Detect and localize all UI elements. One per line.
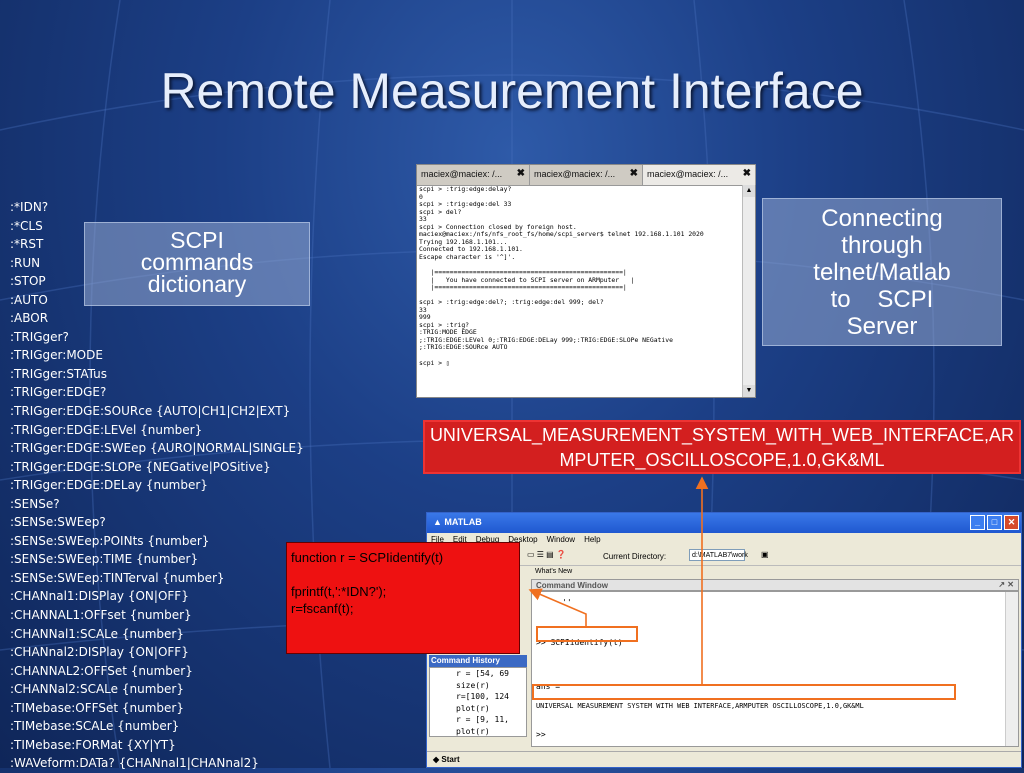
scpi-command-item: :TIMebase:FORMat {XY|YT} [10,737,176,752]
terminal-line: 33 [419,305,427,314]
history-item[interactable]: r=[100, 124 [456,691,526,703]
command-history-list[interactable]: r = [54, 69 size(r) r=[100, 124 plot(r) r = … [429,667,527,737]
function-line: fprintf(t,':*IDN?'); [291,584,387,599]
terminal-line: scpi > del? [419,207,462,216]
close-icon[interactable]: ✖ [517,168,525,179]
scpi-command-item: :TRIGger:EDGE:SLOPe {NEGative|POSitive} [10,459,271,474]
scpi-command-item: :TRIGger? [10,329,69,344]
scroll-down-icon[interactable]: ▼ [743,385,755,397]
function-spacer [291,566,519,583]
terminal-tab-bar: maciex@maciex: /... ✖ maciex@maciex: /..… [417,165,756,186]
call-highlight-box [536,626,638,642]
telnet-terminal-window: maciex@maciex: /... ✖ maciex@maciex: /..… [416,164,756,398]
history-item[interactable]: r = [9, 11, [456,714,526,726]
start-button[interactable]: ◆ Start [433,755,460,764]
terminal-line: Escape character is '^]'. [419,252,516,261]
undock-close-icon[interactable]: ↗ ✕ [998,580,1014,589]
command-window[interactable]: '' >> SCPIidentify(t) ans = UNIVERSAL ME… [531,591,1019,747]
scpi-command-item: :TRIGger:EDGE:SOURce {AUTO|CH1|CH2|EXT} [10,404,291,419]
scpi-command-item: :TRIGger:EDGE:LEVel {number} [10,422,203,437]
matlab-logo-icon: ▲ [433,517,445,527]
scpi-command-item: :TRIGger:STATus [10,366,107,381]
scpi-command-item: :TRIGger:EDGE:SWEep {AURO|NORMAL|SINGLE} [10,441,304,456]
scpi-command-item: :CHANNal2:SCALe {number} [10,682,184,697]
terminal-line: ;:TRIG:EDGE:SOURce AUTO [419,343,508,352]
history-item[interactable]: r = [54, 69 [456,668,526,680]
menu-item-help[interactable]: Help [584,535,600,546]
browse-folder-icon[interactable]: ▣ [761,549,773,561]
terminal-tab-label: maciex@maciex: /... [647,169,729,179]
function-definition-box: function r = SCPIidentify(t) fprintf(t,'… [286,542,520,654]
command-output-line: UNIVERSAL MEASUREMENT SYSTEM WITH WEB IN… [536,702,864,710]
history-item[interactable]: plot(r) [456,703,526,715]
matlab-title: MATLAB [444,517,482,527]
scpi-command-item: :ABOR [10,311,49,326]
result-highlight-box [532,684,956,700]
terminal-tab-2[interactable]: maciex@maciex: /... ✖ [530,165,643,185]
history-item[interactable]: size(r) [456,680,526,692]
history-item[interactable]: plot(r) [456,726,526,737]
scpi-command-item: :*IDN? [10,200,49,214]
maximize-button[interactable]: □ [987,515,1002,530]
connect-label-line: telnet/Matlab [813,259,951,286]
matlab-status-bar: ◆ Start [427,751,1021,767]
close-icon[interactable]: ✖ [743,168,751,179]
terminal-tab-3[interactable]: maciex@maciex: /... ✖ [643,165,756,185]
function-line: r=fscanf(t); [291,601,354,616]
command-window-header: Command Window ↗ ✕ [531,579,1019,591]
connect-label-line: through [841,232,923,259]
terminal-tab-label: maciex@maciex: /... [534,169,616,179]
terminal-line: |=======================================… [419,283,627,292]
toolbar-icon[interactable]: ▭ ☰ ▤ ❓ [527,550,566,559]
terminal-tab-1[interactable]: maciex@maciex: /... ✖ [417,165,530,185]
scpi-label-line: commands [140,249,254,275]
terminal-scrollbar[interactable]: ▲ ▼ [742,185,755,397]
start-label: Start [441,755,460,764]
scpi-label-line: dictionary [147,271,247,297]
command-output-line: '' [562,598,572,607]
connect-label-line: Connecting [821,205,943,232]
command-prompt[interactable]: >> [536,730,546,739]
connecting-label: Connecting through telnet/Matlab to SCPI… [762,198,1002,346]
command-window-scrollbar[interactable] [1005,592,1018,746]
scpi-command-item: :TRIGger:EDGE:DELay {number} [10,478,208,493]
scpi-commands-label: SCPI commands dictionary [84,222,310,306]
scpi-command-item: :CHANNAL2:OFFSet {number} [10,663,193,678]
idn-result-banner: UNIVERSAL_MEASUREMENT_SYSTEM_WITH_WEB_IN… [423,420,1021,474]
scroll-up-icon[interactable]: ▲ [743,185,755,197]
scpi-command-item: :WAVeform:DATa? {CHANnal1|CHANnal2} [10,756,259,771]
connect-label-line: Server [846,313,918,340]
current-directory-label: Current Directory: [603,552,667,561]
terminal-line: scpi > :trig:edge:del?; :trig:edge:del 9… [419,298,604,307]
function-line: function r = SCPIidentify(t) [291,550,444,565]
current-directory-field[interactable]: d:\MATLAB7\work [689,549,748,561]
scpi-command-item: :SENSe:SWEep? [10,515,106,530]
command-history-title: Command History [431,656,500,665]
scpi-command-item: :TIMebase:OFFSet {number} [10,700,184,715]
connect-label-line: to SCPI [830,286,934,313]
scpi-command-item: :TRIGger:EDGE? [10,385,107,400]
minimize-button[interactable]: _ [970,515,985,530]
scpi-command-item: :TIMebase:SCALe {number} [10,719,180,734]
command-window-title: Command Window [536,581,608,590]
terminal-line: scpi > :trig:edge:del 33 [419,200,512,209]
terminal-line: scpi > ▯ [419,358,450,367]
matlab-titlebar[interactable]: ▲ MATLAB _ □ ✕ [427,513,1021,533]
whats-new-link[interactable]: What's New [535,568,572,575]
slide-title: Remote Measurement Interface [160,63,864,119]
menu-item-window[interactable]: Window [547,535,575,546]
close-button[interactable]: ✕ [1004,515,1019,530]
terminal-tab-label: maciex@maciex: /... [421,169,503,179]
scpi-command-item: :TRIGger:MODE [10,348,103,363]
terminal-output[interactable]: scpi > :trig:edge:delay? 0 scpi > :trig:ed… [417,185,743,397]
scpi-command-item: :SENSe? [10,496,60,511]
scpi-label-line: SCPI [170,227,224,253]
close-icon[interactable]: ✖ [630,168,638,179]
command-history-header: Command History [429,655,527,667]
terminal-line: scpi > :trig:edge:delay? [419,185,512,193]
